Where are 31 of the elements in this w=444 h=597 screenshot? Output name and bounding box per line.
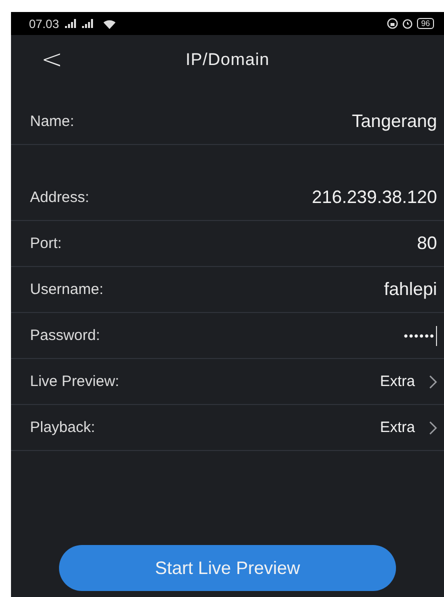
input-field[interactable]: fahlepi xyxy=(384,279,437,300)
field-label: Password: xyxy=(30,327,102,344)
settings-row[interactable]: Username: fahlepi xyxy=(11,267,444,313)
chevron-right-icon xyxy=(429,420,437,434)
option-value: Extra xyxy=(380,373,415,390)
field-label: Port: xyxy=(30,235,63,252)
settings-row[interactable]: Password: •••••• xyxy=(11,313,444,359)
field-label: Address: xyxy=(30,189,90,206)
option-value: Extra xyxy=(380,419,415,436)
status-time: 07.03 xyxy=(29,16,60,30)
field-label: Playback: xyxy=(30,419,96,436)
settings-row[interactable]: Live Preview: Extra xyxy=(11,359,444,405)
input-field[interactable]: Tangerang xyxy=(352,111,437,132)
input-field[interactable]: •••••• xyxy=(404,326,437,346)
input-field[interactable]: 216.239.38.120 xyxy=(312,187,437,208)
settings-row[interactable]: Address: 216.239.38.120 xyxy=(11,175,444,221)
field-label: Name: xyxy=(30,113,76,130)
settings-row[interactable]: Port: 80 xyxy=(11,221,444,267)
screen-title: IP/Domain xyxy=(186,50,270,70)
alarm-icon xyxy=(402,18,414,29)
battery-indicator: 96 xyxy=(417,18,434,29)
back-button[interactable]: < xyxy=(11,45,63,75)
chevron-right-icon xyxy=(429,374,437,388)
settings-row[interactable]: Playback: Extra xyxy=(11,405,444,451)
field-label: Live Preview: xyxy=(30,373,120,390)
start-live-preview-button[interactable]: Start Live Preview xyxy=(59,545,396,591)
lock-icon xyxy=(387,18,398,29)
input-field[interactable]: 80 xyxy=(416,233,437,254)
wifi-icon xyxy=(103,18,116,28)
settings-row[interactable]: Name: Tangerang xyxy=(11,99,444,145)
field-label: Username: xyxy=(30,281,104,298)
